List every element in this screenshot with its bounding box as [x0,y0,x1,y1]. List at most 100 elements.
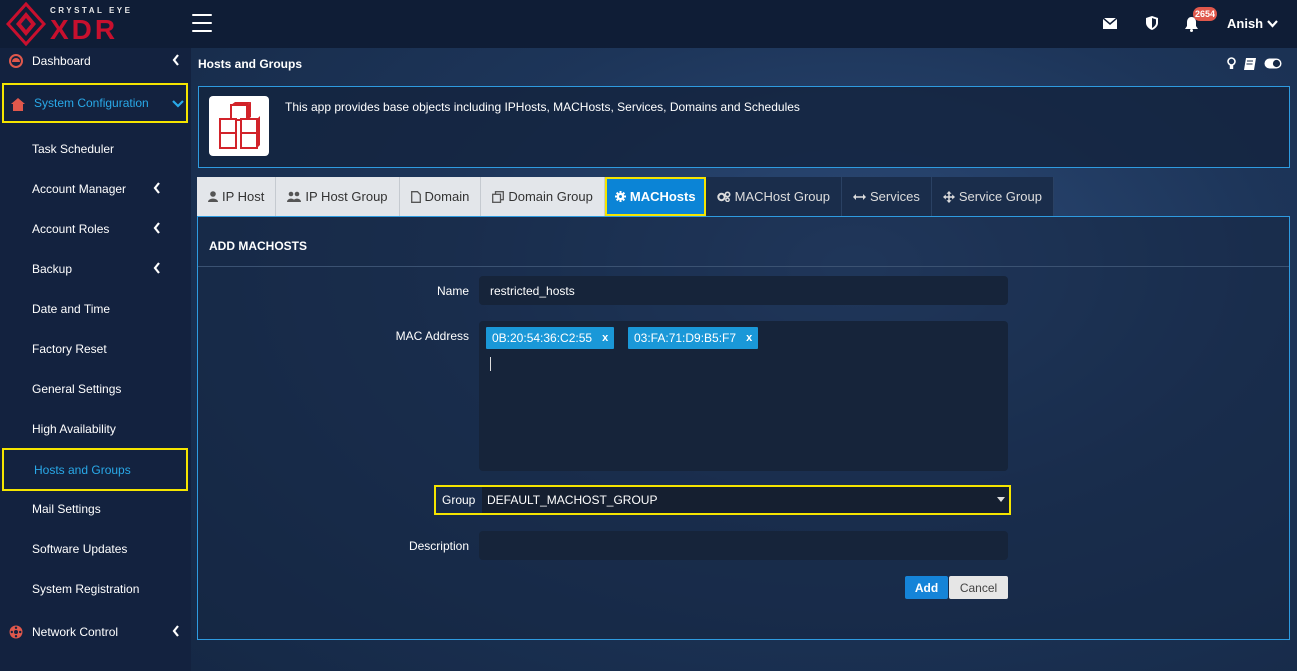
dashboard-icon [9,54,23,68]
notification-badge: 2654 [1193,7,1218,21]
sidebar-item-software-updates[interactable]: Software Updates [0,529,191,569]
chevron-down-icon [172,100,184,108]
tab-label: MACHosts [629,189,696,204]
sidebar-item-label: Factory Reset [32,342,107,356]
chevron-left-icon [153,222,160,234]
mail-icon[interactable] [1103,18,1117,30]
tab-services[interactable]: Services [841,177,932,216]
description-label: Description [408,539,469,553]
sidebar-item-label: High Availability [32,422,116,436]
sidebar-item-label: System Configuration [34,96,149,110]
tab-machosts[interactable]: MACHosts [604,177,706,216]
toggle-icon[interactable] [1264,58,1282,69]
group-label: Group [442,493,476,507]
sidebar-item-label: Software Updates [32,542,128,556]
sidebar: Dashboard System Configuration Task Sche… [0,48,191,671]
file-icon [410,190,421,203]
users-icon [287,191,302,202]
tab-label: IP Host [222,189,265,204]
copy-icon [492,190,505,203]
sidebar-item-label: Task Scheduler [32,142,115,156]
arrows-horizontal-icon [852,193,866,200]
sidebar-item-label: Dashboard [32,54,91,68]
chevron-left-icon [153,262,160,274]
sidebar-item-label: General Settings [32,382,122,396]
add-machosts-panel: ADD MACHOSTS Name restricted_hosts MAC A… [197,216,1290,640]
sidebar-item-dashboard[interactable]: Dashboard [0,41,191,81]
text-cursor [490,357,491,371]
tab-service-group[interactable]: Service Group [931,177,1054,216]
user-name: Anish [1227,16,1264,31]
group-field: Group DEFAULT_MACHOST_GROUP [434,485,1011,515]
sidebar-item-label: Backup [32,262,73,276]
user-menu[interactable]: Anish [1227,16,1278,31]
tab-machost-group[interactable]: MACHost Group [705,177,842,216]
mac-address-input[interactable]: 0B:20:54:36:C2:55 x 03:FA:71:D9:B5:F7 x [479,321,1008,471]
cancel-button[interactable]: Cancel [949,576,1008,599]
tab-label: MACHost Group [734,189,830,204]
sidebar-item-label: Date and Time [32,302,111,316]
main-content: Hosts and Groups This app provides base … [191,48,1297,671]
sidebar-item-label: System Registration [32,582,140,596]
remove-chip-icon[interactable]: x [746,332,752,344]
gears-icon [716,191,731,202]
panel-header: ADD MACHOSTS [198,217,1289,267]
mac-chip: 0B:20:54:36:C2:55 x [486,327,615,349]
tab-domain[interactable]: Domain [399,177,482,216]
sidebar-item-general-settings[interactable]: General Settings [0,369,191,409]
chevron-down-icon [1267,19,1278,28]
add-button[interactable]: Add [905,576,948,599]
remove-chip-icon[interactable]: x [602,332,608,344]
tab-ip-host-group[interactable]: IP Host Group [276,177,400,216]
lightbulb-icon[interactable] [1227,57,1236,70]
sidebar-item-hosts-and-groups[interactable]: Hosts and Groups [2,448,188,491]
panel-heading: ADD MACHOSTS [209,239,307,253]
brand-logo[interactable]: CRYSTAL EYE XDR [6,2,162,46]
group-selected-value: DEFAULT_MACHOST_GROUP [487,493,658,507]
sidebar-item-system-configuration[interactable]: System Configuration [2,83,188,123]
app-icon [209,96,269,156]
group-select[interactable]: DEFAULT_MACHOST_GROUP [482,487,1009,513]
sidebar-item-mail-settings[interactable]: Mail Settings [0,489,191,529]
sidebar-item-system-registration[interactable]: System Registration [0,569,191,609]
sidebar-item-network-control[interactable]: Network Control [0,612,191,652]
menu-toggle-icon[interactable] [192,14,212,32]
mac-chip-value: 0B:20:54:36:C2:55 [492,331,593,345]
sidebar-item-label: Account Roles [32,222,110,236]
title-toolbar [1227,57,1282,70]
tab-label: IP Host Group [305,189,388,204]
sidebar-item-task-scheduler[interactable]: Task Scheduler [0,129,191,169]
sidebar-item-high-availability[interactable]: High Availability [0,409,191,449]
home-icon [11,98,25,111]
sidebar-item-factory-reset[interactable]: Factory Reset [0,329,191,369]
description-input[interactable] [479,531,1008,560]
user-icon [208,191,218,202]
sidebar-item-account-manager[interactable]: Account Manager [0,169,191,209]
mac-chip-value: 03:FA:71:D9:B5:F7 [634,331,737,345]
mac-address-label: MAC Address [395,329,469,343]
tab-ip-host[interactable]: IP Host [197,177,277,216]
sidebar-item-label: Network Control [32,625,119,639]
sidebar-item-label: Account Manager [32,182,127,196]
tab-bar: IP Host IP Host Group Domain Domain Grou… [197,177,1054,216]
name-label: Name [436,284,469,298]
tab-label: Domain [424,189,470,204]
shield-icon[interactable] [1146,16,1158,30]
crystal-eye-logo-icon [6,2,46,46]
arrows-move-icon [942,190,955,203]
sidebar-item-label: Mail Settings [32,502,101,516]
sidebar-item-account-roles[interactable]: Account Roles [0,209,191,249]
chevron-left-icon [172,625,179,637]
tab-label: Domain Group [508,189,593,204]
tab-label: Services [869,189,920,204]
name-input[interactable]: restricted_hosts [479,276,1008,305]
app-description: This app provides base objects including… [285,100,800,114]
sidebar-item-backup[interactable]: Backup [0,249,191,289]
sidebar-item-date-and-time[interactable]: Date and Time [0,289,191,329]
tab-domain-group[interactable]: Domain Group [481,177,605,216]
chevron-left-icon [153,182,160,194]
cubes-icon [219,102,260,149]
mac-chip: 03:FA:71:D9:B5:F7 x [628,327,759,349]
app-info-box: This app provides base objects including… [198,86,1290,168]
book-icon[interactable] [1244,57,1256,70]
